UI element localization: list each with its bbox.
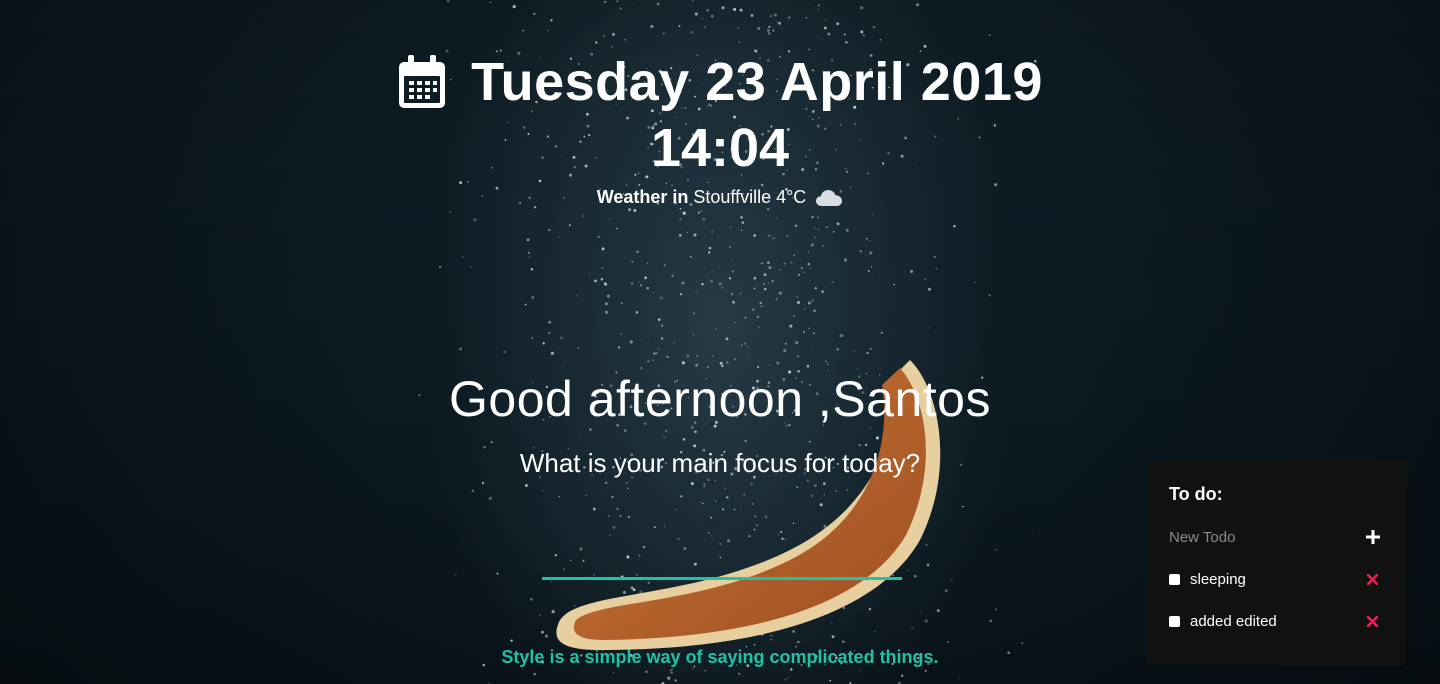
todo-new-row [1169,527,1383,547]
greeting-message: Good afternoon ,Santos [449,371,991,427]
todo-item-label: sleeping [1190,570,1246,588]
current-time: 14:04 [650,118,790,178]
cloud-icon [816,189,843,206]
todo-item-content: sleeping [1169,571,1246,588]
plus-icon [1366,530,1380,544]
close-icon [1366,615,1378,627]
weather-temperature: 4°C [776,187,807,207]
new-todo-input[interactable] [1169,528,1339,546]
todo-title: To do: [1169,484,1223,504]
calendar-icon [399,55,446,108]
todo-item: added edited [1169,611,1383,631]
date-time-header: Tuesday 23 April 2019 14:04 Weather in S… [0,50,1440,208]
delete-todo-button[interactable] [1365,614,1379,628]
main-focus-input[interactable] [542,545,902,580]
todo-checkbox[interactable] [1169,615,1180,627]
delete-todo-button[interactable] [1365,572,1379,586]
weather-location: Stouffville [693,187,772,207]
todo-checkbox[interactable] [1169,573,1180,585]
todo-item: sleeping [1169,569,1383,589]
todo-item-content: added edited [1169,613,1277,630]
weather-prefix: Weather in [596,187,689,207]
todo-item-label: added edited [1190,612,1277,630]
todo-panel: To do: sleeping added edited [1147,460,1405,666]
date-row: Tuesday 23 April 2019 [397,50,1043,114]
close-icon [1366,573,1378,585]
current-date: Tuesday 23 April 2019 [471,52,1043,112]
weather-info: Weather in Stouffville 4°C [597,187,844,208]
add-todo-button[interactable] [1364,528,1382,546]
